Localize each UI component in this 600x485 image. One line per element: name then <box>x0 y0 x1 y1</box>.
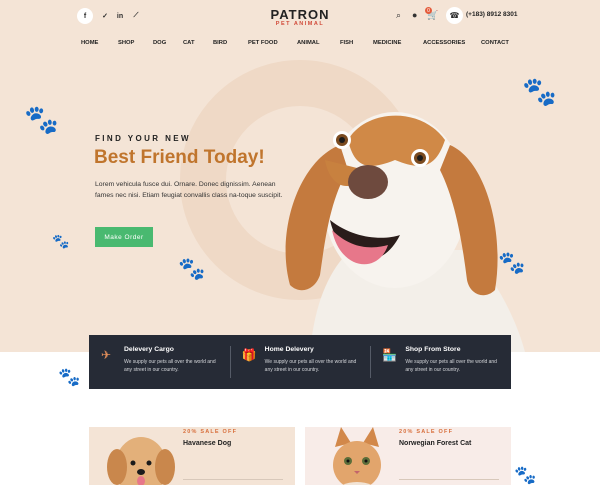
feature-title: Shop From Store <box>405 346 461 353</box>
product-image <box>333 427 381 485</box>
twitter-icon[interactable]: ✓ <box>97 8 113 24</box>
feature-title: Delevery Cargo <box>124 346 174 353</box>
paw-print-icon: 🐾 <box>514 465 537 485</box>
facebook-icon[interactable]: f <box>77 8 93 24</box>
feature-description: We supply our pets all over the world an… <box>124 359 216 373</box>
nav-item-pet-food[interactable]: PET FOOD <box>248 40 278 46</box>
hero-headline: Best Friend Today! <box>94 147 265 168</box>
product-card[interactable]: 20% SALE OFF Havanese Dog <box>89 427 295 485</box>
sale-label: 20% SALE OFF <box>183 429 238 435</box>
feature-description: We supply our pets all over the world an… <box>405 359 497 373</box>
hero-eyebrow: FIND YOUR NEW <box>95 134 191 143</box>
nav-item-medicine[interactable]: MEDICINE <box>373 40 401 46</box>
shop-icon: 🏪 <box>382 348 398 362</box>
feature-title: Home Delevery <box>264 346 314 353</box>
site-logo[interactable]: PATRON PET ANIMAL <box>250 7 350 27</box>
divider <box>399 479 499 482</box>
make-order-button[interactable]: Make Order <box>95 227 153 247</box>
nav-item-contact[interactable]: CONTACT <box>481 40 509 46</box>
feature-description: We supply our pets all over the world an… <box>264 359 357 373</box>
feature-item: ✈ Delevery Cargo We supply our pets all … <box>89 335 230 389</box>
rss-icon[interactable]: ⟋ <box>128 8 144 24</box>
paw-print-icon: 🐾 <box>24 104 59 135</box>
divider <box>183 479 283 482</box>
nav-item-bird[interactable]: BIRD <box>213 40 227 46</box>
features-bar: ✈ Delevery Cargo We supply our pets all … <box>89 335 511 389</box>
hero-dog-image <box>285 112 525 352</box>
cart-count-badge: 0 <box>425 7 432 14</box>
sale-label: 20% SALE OFF <box>399 429 454 435</box>
user-icon[interactable]: ● <box>412 10 417 20</box>
feature-item: 🎁 Home Delevery We supply our pets all o… <box>229 335 371 389</box>
paw-print-icon: 🐾 <box>58 367 81 387</box>
nav-item-home[interactable]: HOME <box>81 40 98 46</box>
nav-item-dog[interactable]: DOG <box>153 40 166 46</box>
gift-icon: 🎁 <box>241 348 257 362</box>
paw-print-icon: 🐾 <box>52 233 70 249</box>
nav-item-cat[interactable]: CAT <box>183 40 194 46</box>
plane-icon: ✈ <box>101 348 112 362</box>
hero-section: 🐾 🐾 🐾 🐾 🐾 f ✓ in ⟋ PATRON PET ANIMAL ⌕ ●… <box>0 0 600 352</box>
nav-item-shop[interactable]: SHOP <box>118 40 134 46</box>
product-image <box>107 437 175 485</box>
logo-subtitle: PET ANIMAL <box>275 21 325 27</box>
product-name[interactable]: Havanese Dog <box>183 440 231 447</box>
product-name[interactable]: Norwegian Forest Cat <box>399 440 471 447</box>
paw-print-icon: 🐾 <box>178 256 206 281</box>
hero-paragraph: Lorem vehicula fusce dui. Ornare. Donec … <box>95 181 283 199</box>
phone-number[interactable]: (+183) 8912 8301 <box>466 11 518 18</box>
nav-item-accessories[interactable]: ACCESSORIES <box>423 40 465 46</box>
logo-title: PATRON <box>270 7 330 22</box>
linkedin-icon[interactable]: in <box>112 8 128 24</box>
search-icon[interactable]: ⌕ <box>396 10 401 21</box>
phone-icon[interactable]: ☎ <box>446 7 463 24</box>
nav-item-fish[interactable]: FISH <box>340 40 353 46</box>
main-nav: HOME SHOP DOG CAT BIRD PET FOOD ANIMAL F… <box>0 40 600 50</box>
feature-item: 🏪 Shop From Store We supply our pets all… <box>370 335 511 389</box>
nav-item-animal[interactable]: ANIMAL <box>297 40 320 46</box>
product-card[interactable]: 20% SALE OFF Norwegian Forest Cat <box>305 427 511 485</box>
